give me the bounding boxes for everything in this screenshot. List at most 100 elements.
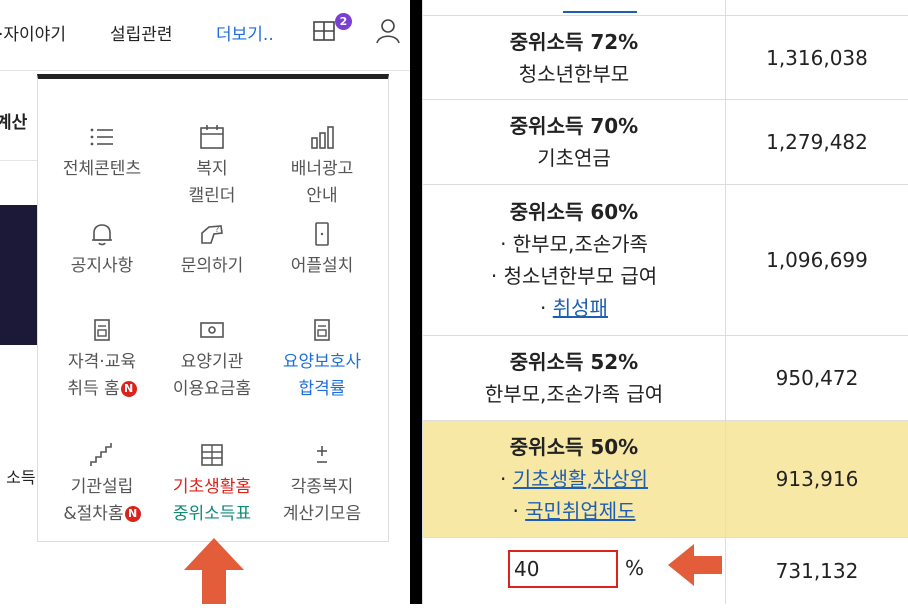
link-national-employment[interactable]: 국민취업제도 [525, 499, 635, 523]
menu-item-label: 요양기관 [180, 352, 244, 372]
menu-item-label: 이용요금홈 [172, 379, 252, 399]
new-badge: N [124, 506, 141, 522]
nav-item-more[interactable]: 더보기.. [216, 20, 274, 45]
table-cell-label [422, 0, 726, 15]
table-row: 중위소득 60% · 한부모,조손가족 · 청소년한부모 급여 · 취성패 1,… [422, 185, 908, 336]
menu-item-label: 중위소득표 [172, 504, 252, 524]
table-cell-label: 중위소득 70% 기초연금 [422, 100, 726, 184]
link-basic-living[interactable]: 기초생활 [513, 467, 587, 491]
svg-text:?: ? [215, 225, 219, 234]
menu-item-label: 합격률 [298, 379, 346, 399]
menu-item-care-fee[interactable]: 요양기관 이용요금홈 [156, 317, 268, 403]
tab-divider [0, 160, 37, 161]
link-underline-fragment [563, 11, 637, 13]
nav-item-story[interactable]: ·자이야기 [0, 20, 66, 45]
row-sub: 청소년한부모 [518, 61, 630, 86]
link-chisungpae[interactable]: 취성패 [553, 296, 608, 320]
left-panel: ·자이야기 설립관련 더보기.. 2 계산 · 소득 전체콘텐츠 복지 캘린더 … [0, 0, 410, 604]
table-cell-amount [726, 0, 908, 15]
menu-item-label: 자격·교육 [68, 352, 136, 372]
menu-item-banner-ad[interactable]: 배너광고 안내 [266, 124, 378, 210]
menu-item-label: &절차홈 [63, 504, 124, 524]
user-icon[interactable] [374, 16, 402, 48]
calendar-icon [199, 124, 225, 150]
up-arrow-icon [182, 536, 246, 608]
row-title: 중위소득 50% [509, 435, 639, 459]
menu-item-label: 문의하기 [180, 256, 244, 276]
table-cell-amount: 1,279,482 [766, 130, 868, 154]
menu-item-label: 전체콘텐츠 [62, 159, 142, 179]
menu-item-caregiver-pass-rate[interactable]: 요양보호사 합격률 [266, 317, 378, 403]
notification-badge: 2 [335, 13, 352, 30]
row-sub: 한부모,조손가족 급여 [484, 382, 664, 406]
phone-icon [309, 221, 335, 247]
menu-item-app-install[interactable]: 어플설치 [266, 221, 378, 280]
menu-item-label: 기관설립 [70, 477, 134, 497]
menu-item-all-content[interactable]: 전체콘텐츠 [46, 124, 158, 183]
menu-item-label: 계산기모음 [282, 504, 362, 524]
menu-item-label: 취득 홈 [67, 379, 120, 399]
menu-item-label: 안내 [306, 186, 338, 206]
row-title: 중위소득 72% [509, 29, 639, 54]
banner-fragment [0, 205, 37, 345]
menu-item-label: 기초생활홈 [172, 477, 252, 497]
median-income-table: 중위소득 72% 청소년한부모 1,316,038 중위소득 70% 기초연금 … [422, 0, 908, 604]
new-badge: N [120, 381, 137, 397]
menu-item-establishment[interactable]: 기관설립 &절차홈 N [46, 442, 158, 528]
row-sub-prefix: · [540, 296, 553, 320]
row-title: 중위소득 60% [509, 200, 639, 224]
menu-item-label: 각종복지 [290, 477, 354, 497]
hand-question-icon: ? [199, 221, 225, 247]
menu-item-calculators[interactable]: 각종복지 계산기모음 [266, 442, 378, 528]
bell-icon [89, 221, 115, 247]
list-icon [89, 124, 115, 150]
money-icon [199, 317, 225, 343]
document-icon [89, 317, 115, 343]
table-cell-label: 중위소득 72% 청소년한부모 [422, 16, 726, 99]
table-cell-amount: 950,472 [775, 366, 859, 390]
menu-item-label: 요양보호사 [282, 352, 362, 372]
left-arrow-icon [666, 542, 722, 592]
percent-unit: % [625, 556, 645, 580]
table-row-highlighted: 중위소득 50% · 기초생활,차상위 · 국민취업제도 913,916 [422, 421, 908, 538]
stairs-icon [89, 442, 115, 468]
table-cell-label: 중위소득 60% · 한부모,조손가족 · 청소년한부모 급여 · 취성패 [422, 185, 726, 335]
menu-item-label: 어플설치 [290, 256, 354, 276]
nav-item-establish[interactable]: 설립관련 [110, 20, 173, 45]
menu-item-notice[interactable]: 공지사항 [46, 221, 158, 280]
table-row-input: 731,132 [422, 538, 908, 604]
table-row: 중위소득 52% 한부모,조손가족 급여 950,472 [422, 336, 908, 421]
row-title: 중위소득 52% [509, 350, 639, 374]
plus-minus-icon [309, 442, 335, 468]
menu-item-inquiry[interactable]: ? 문의하기 [156, 221, 268, 280]
menu-item-label: 배너광고 [290, 159, 354, 179]
bar-chart-icon [309, 124, 335, 150]
menu-item-basic-living[interactable]: 기초생활홈 중위소득표 [156, 442, 268, 528]
header-divider [0, 70, 410, 71]
table-row: 중위소득 70% 기초연금 1,279,482 [422, 100, 908, 185]
tab-calculate-fragment[interactable]: 계산 [0, 108, 27, 133]
row-sub: 기초연금 [537, 146, 611, 170]
table-cell-label: 중위소득 50% · 기초생활,차상위 · 국민취업제도 [422, 421, 726, 537]
table-cell-label: 중위소득 52% 한부모,조손가족 급여 [422, 336, 726, 420]
table-cell-amount: 913,916 [775, 467, 859, 491]
menu-item-welfare-calendar[interactable]: 복지 캘린더 [156, 124, 268, 210]
menu-item-label: 캘린더 [188, 186, 236, 206]
row-sub-prefix: · [500, 467, 513, 491]
table-row [422, 0, 908, 16]
row-sub: · 청소년한부모 급여 [490, 264, 658, 288]
table-icon [199, 442, 225, 468]
table-row: 중위소득 72% 청소년한부모 1,316,038 [422, 16, 908, 100]
table-cell-amount: 1,316,038 [766, 45, 868, 70]
document-icon [309, 317, 335, 343]
row-title: 중위소득 70% [509, 114, 639, 138]
row-sub: · 한부모,조손가족 [500, 232, 648, 256]
menu-item-qualification[interactable]: 자격·교육 취득 홈N [46, 317, 158, 403]
menu-item-label: 공지사항 [70, 256, 134, 276]
link-near-poverty[interactable]: 차상위 [593, 467, 648, 491]
panel-divider [410, 0, 422, 604]
percent-input[interactable] [508, 550, 618, 588]
table-cell-amount: 731,132 [775, 559, 859, 583]
income-fragment: · 소득 [0, 468, 36, 487]
table-cell-amount: 1,096,699 [766, 248, 868, 272]
